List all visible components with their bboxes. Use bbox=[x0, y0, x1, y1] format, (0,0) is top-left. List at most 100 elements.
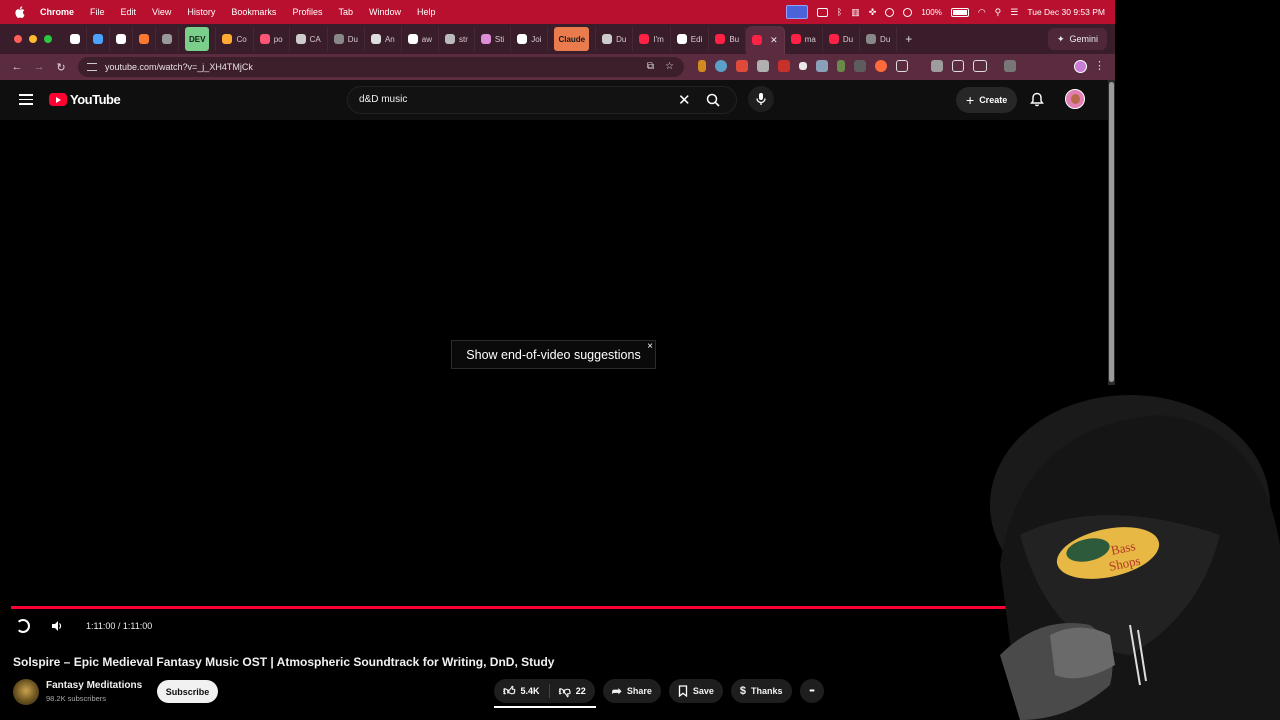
reload-button[interactable]: ↻ bbox=[50, 61, 72, 74]
apple-icon[interactable] bbox=[14, 6, 26, 18]
install-app-icon[interactable]: ⧉ bbox=[647, 61, 654, 72]
minimize-window-button[interactable] bbox=[29, 35, 37, 43]
site-info-icon[interactable] bbox=[87, 63, 97, 71]
extension-icon[interactable] bbox=[1004, 60, 1016, 72]
menu-view[interactable]: View bbox=[152, 7, 171, 17]
extension-icon[interactable] bbox=[799, 62, 807, 70]
end-suggestions-button[interactable]: Show end-of-video suggestions × bbox=[451, 340, 656, 369]
browser-tab[interactable]: po bbox=[254, 27, 290, 51]
menu-file[interactable]: File bbox=[90, 7, 105, 17]
browser-tab[interactable] bbox=[110, 27, 133, 51]
create-button[interactable]: + Create bbox=[956, 87, 1018, 113]
search-box[interactable]: d&D music ✕ bbox=[347, 86, 737, 114]
browser-tab[interactable]: Co bbox=[216, 27, 254, 51]
bookmark-star-icon[interactable]: ☆ bbox=[665, 61, 674, 72]
thanks-button[interactable]: $ Thanks bbox=[730, 679, 792, 703]
extension-icon[interactable] bbox=[736, 60, 748, 72]
clear-search-icon[interactable]: ✕ bbox=[678, 91, 691, 109]
extension-icon[interactable] bbox=[698, 60, 706, 72]
extension-icon[interactable] bbox=[715, 60, 727, 72]
menu-profiles[interactable]: Profiles bbox=[292, 7, 322, 17]
extensions-puzzle-icon[interactable] bbox=[896, 60, 908, 72]
battery-icon[interactable] bbox=[950, 7, 969, 17]
browser-tab[interactable]: Du bbox=[596, 27, 634, 51]
menu-window[interactable]: Window bbox=[369, 7, 401, 17]
side-panel-icon[interactable] bbox=[973, 60, 987, 72]
browser-tab[interactable]: Edi bbox=[671, 27, 710, 51]
extension-icon[interactable] bbox=[816, 60, 828, 72]
extension-icon[interactable] bbox=[875, 60, 887, 72]
screen-share-icon[interactable] bbox=[785, 5, 808, 19]
subscribe-button[interactable]: Subscribe bbox=[157, 680, 218, 703]
notifications-bell-icon[interactable] bbox=[1030, 92, 1044, 107]
dislike-button[interactable]: 👎︎ 22 bbox=[550, 679, 595, 703]
account-avatar[interactable] bbox=[1065, 89, 1085, 109]
menu-help[interactable]: Help bbox=[417, 7, 436, 17]
browser-tab[interactable] bbox=[64, 27, 87, 51]
close-window-button[interactable] bbox=[14, 35, 22, 43]
extension-icon[interactable] bbox=[778, 60, 790, 72]
forward-button[interactable]: → bbox=[28, 61, 50, 73]
gemini-button[interactable]: ✦ Gemini bbox=[1047, 28, 1107, 50]
search-icon[interactable] bbox=[706, 93, 720, 107]
browser-tab[interactable]: Du bbox=[328, 27, 365, 51]
bluetooth-icon[interactable]: ᛒ bbox=[837, 7, 842, 17]
browser-tab[interactable]: Du bbox=[823, 27, 861, 51]
scrollbar-thumb[interactable] bbox=[1109, 82, 1114, 382]
browser-tab[interactable]: aw bbox=[402, 27, 439, 51]
menu-history[interactable]: History bbox=[187, 7, 215, 17]
close-tab-icon[interactable]: ✕ bbox=[770, 35, 778, 46]
browser-tab[interactable]: Bu bbox=[709, 27, 747, 51]
close-icon[interactable]: × bbox=[647, 341, 653, 352]
volume-icon[interactable] bbox=[51, 620, 63, 632]
menu-edit[interactable]: Edit bbox=[121, 7, 137, 17]
page-scrollbar[interactable] bbox=[1108, 80, 1115, 385]
more-actions-button[interactable]: ••• bbox=[799, 679, 824, 703]
browser-tab[interactable] bbox=[156, 27, 179, 51]
youtube-logo[interactable]: YouTube bbox=[49, 92, 121, 107]
browser-tab[interactable]: Sti bbox=[475, 27, 512, 51]
focus-icon[interactable] bbox=[885, 7, 895, 17]
menubar-clock[interactable]: Tue Dec 30 9:53 PM bbox=[1027, 7, 1105, 17]
replay-icon[interactable] bbox=[16, 619, 30, 633]
progress-bar[interactable] bbox=[11, 606, 1101, 609]
menu-tab[interactable]: Tab bbox=[338, 7, 353, 17]
channel-avatar[interactable] bbox=[13, 679, 39, 705]
extension-icon[interactable] bbox=[837, 60, 845, 72]
browser-tab[interactable]: Joi bbox=[511, 27, 549, 51]
share-button[interactable]: ➦ Share bbox=[602, 679, 661, 703]
extension-icon[interactable] bbox=[854, 60, 866, 72]
url-text[interactable]: youtube.com/watch?v=_j_XH4TMjCk bbox=[105, 62, 253, 72]
menu-bookmarks[interactable]: Bookmarks bbox=[231, 7, 276, 17]
like-button[interactable]: 👍︎ 5.4K bbox=[494, 679, 549, 703]
guide-menu-icon[interactable] bbox=[19, 94, 33, 105]
browser-tab[interactable]: ma bbox=[785, 27, 823, 51]
control-center-icon[interactable]: ☰ bbox=[1010, 7, 1018, 18]
new-tab-button[interactable]: + bbox=[905, 32, 912, 46]
wifi-icon[interactable]: ◠ bbox=[978, 7, 986, 18]
spotlight-search-icon[interactable]: ⚲ bbox=[995, 7, 1002, 18]
chrome-menu-icon[interactable]: ⋮ bbox=[1094, 59, 1105, 72]
browser-tab[interactable]: str bbox=[439, 27, 475, 51]
menu-app-chrome[interactable]: Chrome bbox=[40, 7, 74, 17]
voice-search-button[interactable] bbox=[748, 86, 774, 112]
browser-tab[interactable]: Claude bbox=[548, 27, 597, 51]
profile-avatar-icon[interactable] bbox=[1074, 60, 1087, 73]
display-icon[interactable] bbox=[816, 7, 828, 17]
search-input[interactable]: d&D music bbox=[359, 94, 407, 105]
browser-tab[interactable]: I'm bbox=[633, 27, 671, 51]
save-button[interactable]: Save bbox=[668, 679, 723, 703]
reading-list-icon[interactable] bbox=[952, 60, 964, 72]
browser-tab[interactable]: Du bbox=[860, 27, 898, 51]
browser-tab[interactable] bbox=[87, 27, 110, 51]
clock-status-icon[interactable] bbox=[903, 7, 913, 17]
browser-tab[interactable]: CA bbox=[290, 27, 328, 51]
address-bar[interactable]: youtube.com/watch?v=_j_XH4TMjCk ⧉ ☆ bbox=[78, 57, 684, 77]
extension-icon[interactable] bbox=[931, 60, 943, 72]
extension-icon[interactable] bbox=[757, 60, 769, 72]
channel-name[interactable]: Fantasy Meditations bbox=[46, 680, 142, 691]
browser-tab[interactable]: DEV bbox=[179, 27, 217, 51]
browser-tab[interactable]: An bbox=[365, 27, 402, 51]
vpn-icon[interactable]: ✜ bbox=[869, 7, 877, 18]
browser-tab-active[interactable]: ✕ bbox=[746, 26, 785, 54]
